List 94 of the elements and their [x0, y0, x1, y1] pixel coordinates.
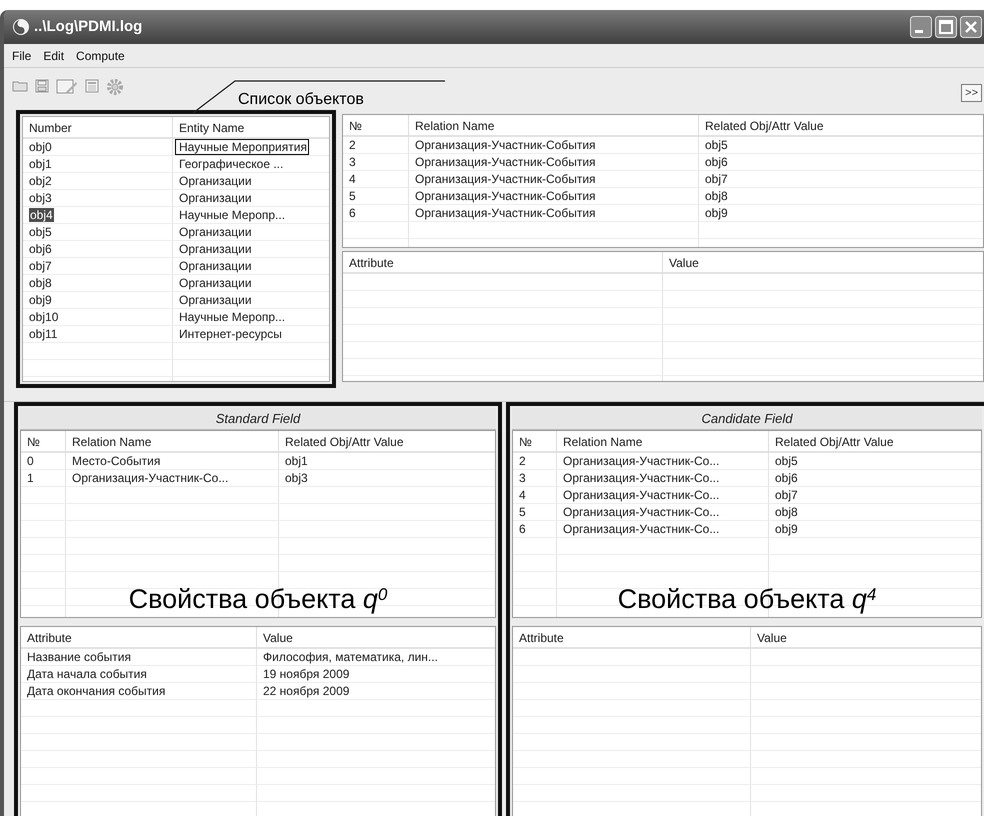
column-header[interactable]: №: [343, 115, 409, 137]
table-cell: Организации: [179, 242, 252, 256]
table-cell: obj8: [775, 505, 798, 519]
table-cell: 3: [349, 155, 356, 169]
table-cell: 3: [519, 471, 526, 485]
panel-title: Standard Field: [20, 408, 496, 430]
table-cell: Организации: [179, 276, 252, 290]
table-cell: Научные Меропр...: [179, 310, 286, 324]
table-cell: obj6: [705, 155, 728, 169]
table-cell: Философия, математика, лин...: [263, 650, 438, 664]
table-cell: Научные Меропр...: [179, 208, 286, 222]
table-cell: Организация-Участник-Со...: [563, 505, 720, 519]
column-header[interactable]: №: [21, 431, 66, 453]
table-cell: 6: [519, 522, 526, 536]
table-cell: 2: [349, 138, 356, 152]
table-cell: Организация-Участник-Со...: [563, 454, 720, 468]
list-item[interactable]: obj5: [29, 225, 52, 239]
table-cell: 4: [349, 172, 356, 186]
menu-item[interactable]: File: [8, 46, 36, 64]
table-cell: 1: [27, 471, 34, 485]
column-header[interactable]: Number: [23, 117, 173, 139]
close-icon[interactable]: [960, 16, 982, 38]
table-cell: Место-События: [72, 454, 160, 468]
column-header[interactable]: Attribute: [21, 627, 257, 649]
table-cell: 22 ноября 2009: [263, 684, 350, 698]
list-item[interactable]: obj10: [29, 310, 58, 324]
table-cell: Организация-Участник-Со...: [72, 471, 228, 485]
table-cell: Организация-Участник-События: [415, 138, 596, 152]
column-header[interactable]: Relation Name: [66, 431, 279, 453]
window-title: ..\Log\PDMI.log: [34, 16, 142, 37]
table-cell: 4: [519, 488, 526, 502]
app-icon: [12, 18, 30, 36]
table-cell: 19 ноября 2009: [263, 667, 350, 681]
list-item[interactable]: obj6: [29, 242, 52, 256]
callout-label: Список объектов: [238, 90, 364, 110]
list-item[interactable]: obj11: [29, 327, 58, 341]
maximize-icon[interactable]: [935, 16, 957, 38]
table-cell: Интернет-ресурсы: [179, 327, 282, 341]
table-cell: Организация-Участник-События: [415, 189, 596, 203]
table-cell: Название события: [27, 650, 131, 664]
expand-button[interactable]: >>: [961, 84, 982, 102]
save-icon[interactable]: [34, 78, 50, 94]
table-cell: Географическое ...: [179, 157, 284, 171]
list-item[interactable]: obj2: [29, 174, 52, 188]
gear-icon[interactable]: [106, 78, 124, 96]
table-cell: Организация-Участник-События: [415, 155, 596, 169]
table-cell: Организация-Участник-События: [415, 172, 596, 186]
table-cell: obj5: [705, 138, 728, 152]
table-cell: Организация-Участник-Со...: [563, 471, 720, 485]
table-cell: obj3: [285, 471, 308, 485]
table-icon[interactable]: [84, 78, 100, 94]
table-cell: Организации: [179, 225, 252, 239]
table-cell: obj6: [775, 471, 798, 485]
table-cell: obj8: [705, 189, 728, 203]
table-cell: obj9: [705, 206, 728, 220]
table-cell: Дата начала события: [27, 667, 147, 681]
table-cell: 2: [519, 454, 526, 468]
list-item[interactable]: obj1: [29, 157, 52, 171]
column-header[interactable]: Attribute: [513, 627, 751, 649]
menu-item[interactable]: Compute: [72, 46, 129, 64]
column-header[interactable]: Relation Name: [409, 115, 699, 137]
table-cell: obj9: [775, 522, 798, 536]
table-cell: obj7: [775, 488, 798, 502]
table-cell: Научные Мероприятия: [175, 139, 309, 155]
menu-item[interactable]: Edit: [39, 46, 68, 64]
table-cell: 5: [349, 189, 356, 203]
column-header[interactable]: Relation Name: [557, 431, 769, 453]
table-cell: obj7: [705, 172, 728, 186]
list-item[interactable]: obj7: [29, 259, 52, 273]
caption: Свойства объекта q$^{0}$: [128, 583, 388, 615]
column-header[interactable]: Attribute: [343, 252, 663, 274]
table-cell: Организация-Участник-Со...: [563, 522, 720, 536]
table-cell: Организация-Участник-Со...: [563, 488, 720, 502]
table-cell: 0: [27, 454, 34, 468]
list-item[interactable]: obj0: [29, 140, 52, 154]
table-cell: Организация-Участник-События: [415, 206, 596, 220]
table-cell: 5: [519, 505, 526, 519]
caption: Свойства объекта q$^{4}$: [618, 583, 876, 615]
table-cell: obj5: [775, 454, 798, 468]
table-cell: Организации: [179, 293, 252, 307]
picture-edit-icon[interactable]: [56, 78, 78, 96]
panel-title: Candidate Field: [512, 408, 982, 430]
list-item[interactable]: obj4: [29, 208, 54, 222]
column-header[interactable]: №: [513, 431, 557, 453]
list-item[interactable]: obj8: [29, 276, 52, 290]
table-cell: Организации: [179, 259, 252, 273]
table-cell: Дата окончания события: [27, 684, 166, 698]
minimize-icon[interactable]: [910, 16, 932, 38]
table-cell: 6: [349, 206, 356, 220]
table-cell: obj1: [285, 454, 308, 468]
table-cell: Организации: [179, 191, 252, 205]
table-cell: Организации: [179, 174, 252, 188]
list-item[interactable]: obj3: [29, 191, 52, 205]
list-item[interactable]: obj9: [29, 293, 52, 307]
